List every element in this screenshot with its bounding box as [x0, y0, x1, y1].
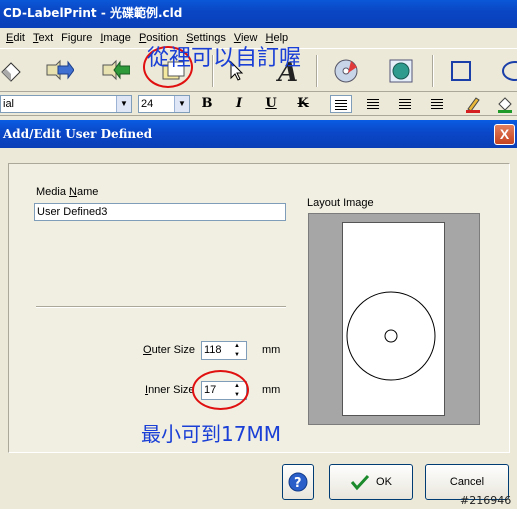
annotation-circle-inner-size: [192, 370, 249, 410]
format-toolbar: ial ▼ 24 ▼ B I U K: [0, 92, 517, 116]
media-name-label: Media Name: [36, 186, 99, 198]
font-name-value: ial: [3, 98, 15, 110]
font-name-combo[interactable]: ial ▼: [0, 95, 132, 113]
chevron-down-icon[interactable]: ▼: [229, 351, 245, 360]
cd-paint-icon[interactable]: [330, 55, 364, 87]
menu-image[interactable]: Image: [100, 32, 131, 44]
align-justify-icon[interactable]: [426, 95, 448, 113]
strikethrough-button[interactable]: K: [292, 95, 314, 113]
font-size-value: 24: [141, 98, 154, 110]
annotation-bottom-note: 最小可到17MM: [141, 422, 281, 446]
menu-edit[interactable]: Edit: [6, 32, 25, 44]
checkmark-icon: [350, 474, 370, 491]
rectangle-tool-icon[interactable]: [444, 55, 478, 87]
chevron-down-icon[interactable]: ▼: [174, 96, 189, 112]
inner-size-label: Inner Size: [145, 384, 195, 396]
align-center-icon[interactable]: [362, 95, 384, 113]
menu-figure[interactable]: Figure: [61, 32, 92, 44]
close-icon[interactable]: X: [494, 124, 515, 145]
align-right-icon[interactable]: [394, 95, 416, 113]
italic-button[interactable]: I: [228, 95, 250, 113]
ellipse-tool-icon[interactable]: [494, 55, 517, 87]
outer-size-value: 118: [204, 344, 222, 356]
toolbar-separator: [432, 55, 434, 87]
globe-image-icon[interactable]: [384, 55, 418, 87]
export-icon[interactable]: [42, 55, 76, 87]
inner-size-unit: mm: [262, 384, 281, 396]
annotation-top-note: 從裡可以自訂喔: [147, 46, 302, 71]
app-title-bar: CD-LabelPrint - 光碟範例.cld: [0, 0, 517, 28]
underline-button[interactable]: U: [260, 95, 282, 113]
help-icon: ?: [288, 472, 308, 492]
ok-label: OK: [376, 476, 392, 488]
cd-disc-preview: [346, 291, 436, 381]
fill-color-icon[interactable]: [494, 95, 516, 113]
ok-button[interactable]: OK: [329, 464, 413, 500]
dialog-title: Add/Edit User Defined: [3, 127, 153, 141]
media-name-input[interactable]: User Defined3: [34, 203, 286, 221]
bold-button[interactable]: B: [196, 95, 218, 113]
svg-text:?: ?: [294, 476, 302, 491]
outer-size-label: Outer Size: [143, 344, 195, 356]
layout-image-label: Layout Image: [307, 197, 374, 209]
dialog-title-bar: Add/Edit User Defined: [0, 120, 517, 148]
cancel-label: Cancel: [449, 476, 485, 488]
outer-size-input[interactable]: 118 ▲ ▼: [201, 341, 247, 360]
toolbar-separator: [316, 55, 318, 87]
watermark: #216946: [460, 494, 512, 507]
pen-color-icon[interactable]: [462, 95, 484, 113]
align-left-icon[interactable]: [330, 95, 352, 113]
divider: [36, 306, 286, 308]
menu-text[interactable]: Text: [33, 32, 53, 44]
help-button[interactable]: ?: [282, 464, 314, 500]
import-icon[interactable]: [98, 55, 132, 87]
app-title: CD-LabelPrint - 光碟範例.cld: [3, 6, 183, 20]
eraser-icon[interactable]: [0, 55, 28, 87]
chevron-down-icon[interactable]: ▼: [116, 96, 131, 112]
outer-size-unit: mm: [262, 344, 281, 356]
outer-size-stepper[interactable]: ▲ ▼: [229, 342, 245, 360]
chevron-up-icon[interactable]: ▲: [229, 342, 245, 351]
font-size-combo[interactable]: 24 ▼: [138, 95, 190, 113]
